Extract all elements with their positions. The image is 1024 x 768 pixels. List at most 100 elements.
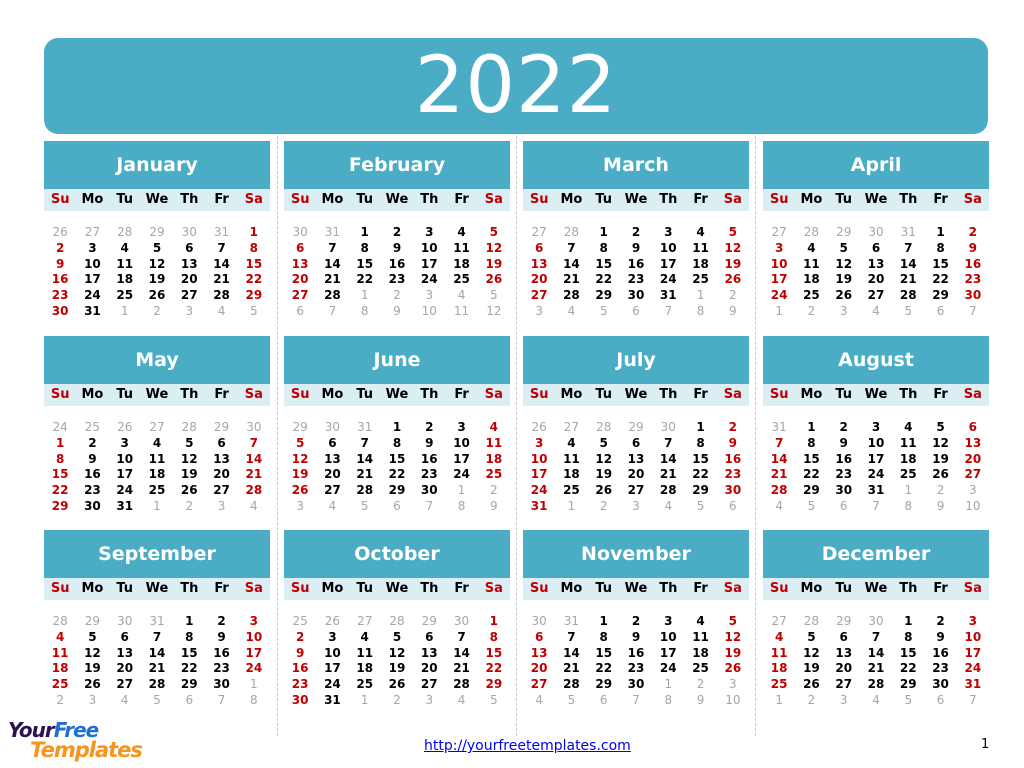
day-cell: 30 <box>291 692 309 707</box>
day-cell-other-month: 30 <box>181 225 197 239</box>
day-cell: 1 <box>904 614 913 628</box>
weekday-label: Fr <box>454 387 469 402</box>
day-cell: 17 <box>245 645 263 660</box>
day-cell: 14 <box>356 451 374 466</box>
day-cell: 9 <box>728 435 738 450</box>
weekday-header: Su Mo Tu We Th Fr Sa <box>44 189 270 211</box>
weekday-label: Th <box>659 192 678 207</box>
day-cell-other-month: 27 <box>771 614 787 628</box>
weekday-label: Sa <box>484 387 503 402</box>
day-cell: 25 <box>899 467 917 482</box>
day-cell-other-month: 6 <box>185 692 194 707</box>
day-cell: 24 <box>659 272 677 287</box>
day-cell-other-month: 5 <box>567 692 576 707</box>
weekday-label: Tu <box>116 192 134 207</box>
day-cell: 27 <box>627 483 645 498</box>
weekday-label: We <box>624 581 648 596</box>
day-cell: 27 <box>835 677 853 692</box>
day-cell: 22 <box>595 661 613 676</box>
day-cell-other-month: 1 <box>775 303 783 318</box>
day-cell: 3 <box>968 614 978 628</box>
day-cell-other-month: 28 <box>52 614 68 628</box>
day-cell: 8 <box>489 629 499 644</box>
day-cell: 4 <box>489 420 499 434</box>
weekday-label: Tu <box>835 387 853 402</box>
day-cell: 2 <box>631 614 641 628</box>
day-cell: 28 <box>563 288 580 303</box>
day-cell-other-month: 27 <box>563 420 580 434</box>
weekday-label: We <box>624 387 648 402</box>
day-cell-other-month: 5 <box>807 498 816 513</box>
day-cell: 23 <box>213 661 230 676</box>
day-cell: 31 <box>867 483 885 498</box>
day-cell-other-month: 27 <box>531 225 547 239</box>
day-cell: 12 <box>835 256 853 271</box>
day-cell: 3 <box>774 240 784 255</box>
day-cell: 16 <box>291 661 309 676</box>
logo-text-templates: Templates <box>30 738 143 762</box>
day-cell: 30 <box>835 483 853 498</box>
day-cell: 15 <box>388 451 406 466</box>
day-cell-other-month: 26 <box>324 614 341 628</box>
day-cell: 16 <box>724 451 742 466</box>
day-cell: 22 <box>932 272 949 287</box>
day-cell: 15 <box>180 645 198 660</box>
day-cell: 12 <box>148 256 166 271</box>
day-cell-other-month: 28 <box>596 420 612 434</box>
website-link[interactable]: http://yourfreetemplates.com <box>424 738 631 754</box>
day-cell: 10 <box>420 240 438 255</box>
day-cell-other-month: 7 <box>969 692 977 707</box>
day-cell-other-month: 6 <box>936 692 945 707</box>
day-cell: 14 <box>899 256 917 271</box>
day-cell-other-month: 5 <box>599 303 608 318</box>
weekday-label: We <box>145 387 169 402</box>
day-cell: 26 <box>835 288 853 303</box>
day-cell: 23 <box>388 272 406 287</box>
day-cell: 4 <box>904 420 913 434</box>
day-cell-other-month: 2 <box>807 692 816 707</box>
weekday-label: Th <box>420 581 439 596</box>
weekday-header: Su Mo Tu We Th Fr Sa <box>523 189 749 211</box>
day-cell: 5 <box>839 240 848 255</box>
day-cell-other-month: 2 <box>393 288 401 303</box>
day-cell-other-month: 27 <box>771 225 787 239</box>
day-grid: 30 31 1 2 3 4 5 6 7 8 9 10 11 12 13 14 15 16 17 18 19 20 21 22 2… <box>523 614 749 709</box>
day-cell: 17 <box>659 256 677 271</box>
weekday-label: Tu <box>116 581 134 596</box>
day-cell: 28 <box>659 483 677 498</box>
day-grid: 26 27 28 29 30 1 2 3 4 5 6 7 8 9 10 11 12 13 14 15 16 17 18 19 2… <box>523 420 749 515</box>
day-cell: 27 <box>420 677 438 692</box>
day-cell: 31 <box>659 288 677 303</box>
weekday-label: Th <box>180 192 199 207</box>
month-title: December <box>763 530 989 578</box>
day-cell: 13 <box>835 645 853 660</box>
day-cell: 10 <box>324 645 341 660</box>
day-cell: 14 <box>563 645 580 660</box>
day-cell: 16 <box>627 645 645 660</box>
day-cell: 13 <box>964 435 982 450</box>
day-grid: 27 28 29 30 31 1 2 3 4 5 6 7 8 9 10 11 12 13 14 15 16 17 18 19 2… <box>763 225 989 320</box>
weekday-label: Fr <box>933 192 948 207</box>
day-grid: 27 28 29 30 1 2 3 4 5 6 7 8 9 10 11 12 13 14 15 16 17 18 19 20 2… <box>763 614 989 709</box>
day-cell-other-month: 4 <box>872 303 880 318</box>
day-cell: 28 <box>148 677 166 692</box>
day-cell: 16 <box>51 272 69 287</box>
day-cell: 29 <box>803 483 820 498</box>
day-cell: 11 <box>453 240 470 255</box>
day-cell: 16 <box>420 451 438 466</box>
day-cell: 21 <box>899 272 917 287</box>
day-cell: 5 <box>728 614 738 628</box>
day-cell-other-month: 3 <box>969 483 977 498</box>
day-cell: 4 <box>696 225 705 239</box>
day-cell: 7 <box>360 435 369 450</box>
day-cell: 31 <box>964 677 982 692</box>
day-cell-other-month: 8 <box>250 692 258 707</box>
weekday-label: Th <box>420 192 439 207</box>
day-cell: 7 <box>249 435 259 450</box>
day-cell: 15 <box>595 256 613 271</box>
month-title: January <box>44 141 270 189</box>
day-cell: 28 <box>356 483 374 498</box>
day-cell: 2 <box>392 225 402 239</box>
day-cell: 14 <box>148 645 166 660</box>
day-cell: 24 <box>530 483 548 498</box>
